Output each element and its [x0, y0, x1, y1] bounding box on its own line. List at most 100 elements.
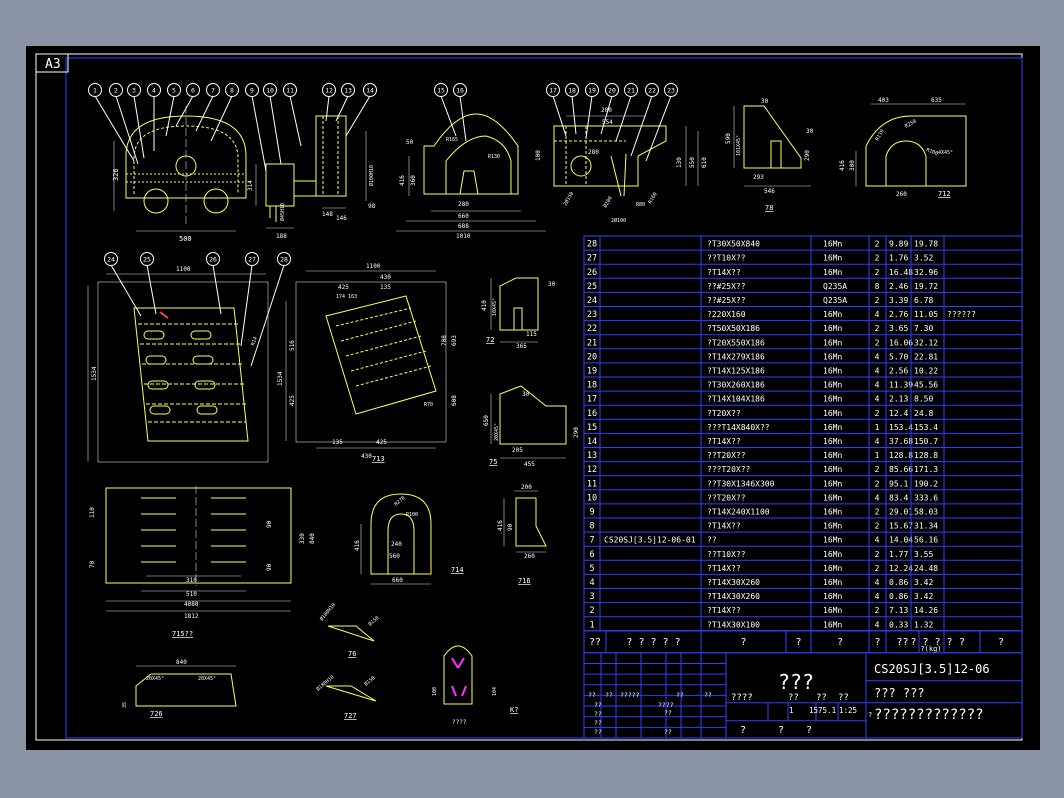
- dim-text: 635: [931, 97, 942, 104]
- callout-label: 2: [114, 87, 118, 95]
- bom-name: ?T14X??: [707, 437, 741, 446]
- dim-text: 30: [806, 128, 814, 135]
- bom-name: ???T14X840X??: [707, 423, 770, 432]
- bom-total-weight: 7.30: [914, 324, 933, 333]
- dim-text: 300: [849, 160, 856, 171]
- bom-no: 7: [589, 536, 594, 546]
- bom-unit-weight: 15.67: [889, 522, 913, 531]
- bom-no: 3: [589, 592, 594, 602]
- dim-text: 188: [276, 233, 287, 240]
- dim-text: 101X45°: [736, 135, 742, 156]
- dim-text: 455: [524, 461, 535, 468]
- dim-text: 425: [376, 439, 387, 446]
- drawing-number: CS20SJ[3.5]12-06: [874, 662, 990, 676]
- bom-qty: 4: [875, 592, 880, 601]
- callout-10: 10: [263, 83, 282, 165]
- bom-material: 16Mn: [823, 423, 842, 432]
- bom-row: 28 ?T30X50X840 16Mn 2 9.89 19.78: [584, 240, 1022, 251]
- dim-text: 688: [458, 223, 469, 230]
- view-label: 714: [451, 566, 464, 574]
- bom-total-weight: 3.42: [914, 592, 933, 601]
- bom-material: 16Mn: [823, 592, 842, 601]
- bom-unit-weight: 3.39: [889, 296, 908, 305]
- dim-text: 546: [764, 188, 775, 195]
- bom-qty: 4: [875, 395, 880, 404]
- bom-header-material: ?: [837, 637, 843, 648]
- view-76: Ø180H10 Ø150 76: [318, 602, 380, 658]
- dim-text: 425: [338, 284, 349, 291]
- view-label: 713: [372, 455, 385, 463]
- bom-no: 6: [589, 550, 594, 560]
- bom-no: 5: [589, 564, 594, 574]
- view-side: 314 188 148 146 98 Ø45H10 Ø100H10: [247, 115, 376, 240]
- bom-qty: 2: [875, 254, 880, 263]
- bom-row: 2 ?T14X?? 16Mn 2 7.13 14.26: [584, 606, 1022, 618]
- bom-unit-weight: 9.89: [889, 240, 908, 249]
- dim-text: 104: [492, 687, 498, 696]
- dim-text: 310: [186, 577, 197, 584]
- bom-name: ?T14X30X260: [707, 592, 760, 601]
- dim-text: 20X45°: [494, 423, 500, 441]
- dim-text: 1010: [456, 233, 471, 240]
- dim-text: ????: [452, 719, 467, 726]
- dim-text: 148: [322, 211, 333, 218]
- dim-text: R100: [925, 147, 938, 157]
- bom-material: 16Mn: [823, 564, 842, 573]
- callout-19: 19: [585, 83, 599, 139]
- dim-text: 326: [112, 168, 120, 181]
- bom-no: 18: [587, 381, 597, 391]
- bom-qty: 4: [875, 367, 880, 376]
- bom-unit-weight: 0.86: [889, 592, 908, 601]
- view-label: 716: [518, 577, 531, 585]
- dim-text: 1100: [176, 266, 191, 273]
- callout-15: 15: [434, 83, 457, 137]
- bom-name: ?T14X30X100: [707, 620, 760, 629]
- dim-text: 280: [588, 149, 599, 156]
- revision-cell: ??: [588, 691, 596, 699]
- revision-cell: ??: [704, 691, 712, 699]
- bom-row: 23 ?220X160 16Mn 4 2.76 11.05??????: [584, 310, 1022, 322]
- dim-text: 4X45°: [938, 150, 953, 156]
- bom-material: 16Mn: [823, 367, 842, 376]
- dim-text: 360: [410, 175, 417, 186]
- callout-5: 5: [165, 83, 181, 137]
- callout-label: 22: [648, 87, 656, 95]
- bom-qty: 4: [875, 493, 880, 502]
- dim-text: R270: [393, 495, 406, 507]
- bom-material: 16Mn: [823, 395, 842, 404]
- bom-header-each: ??: [896, 637, 908, 648]
- callout-label: 24: [107, 256, 115, 264]
- callout-23: 23: [645, 83, 678, 162]
- dim-text: 30: [548, 281, 556, 288]
- bom-material: 16Mn: [823, 381, 842, 390]
- dim-text: 110: [89, 507, 96, 518]
- bom-qty: 4: [875, 620, 880, 629]
- callout-label: 25: [143, 256, 151, 264]
- dim-text: 516: [289, 340, 296, 351]
- dim-text: 20X45°: [146, 676, 164, 682]
- callout-label: 11: [286, 87, 294, 95]
- dim-text: 30: [761, 98, 769, 105]
- dim-text: 840: [176, 659, 187, 666]
- bom-no: 12: [587, 465, 597, 475]
- bom-total-weight: 190.2: [914, 479, 938, 488]
- bom-header-no: ??: [589, 637, 601, 648]
- dim-text: 260: [524, 553, 535, 560]
- bom-total-weight: 333.6: [914, 493, 938, 502]
- bom-material: 16Mn: [823, 536, 842, 545]
- callout-label: 27: [248, 256, 256, 264]
- bom-total-weight: 3.55: [914, 550, 933, 559]
- bom-no: 11: [587, 479, 597, 489]
- bom-no: 2: [589, 606, 594, 616]
- dim-text: 425: [289, 395, 296, 406]
- callout-11: 11: [283, 83, 302, 147]
- bom-row: 12 ???T20X?? 16Mn 2 85.66 171.3: [584, 465, 1022, 477]
- dim-text: 430: [380, 274, 391, 281]
- dim-text: 98: [368, 203, 376, 210]
- bom-no: 27: [587, 254, 597, 264]
- bom-material: Q235A: [823, 282, 847, 291]
- callout-label: 12: [325, 87, 333, 95]
- callout-24: 24: [104, 252, 142, 317]
- bom-name: ?T14X??: [707, 606, 741, 615]
- view-715-plate: 110 70 330 840 90 90 310 510 4080 1812 7…: [89, 486, 316, 638]
